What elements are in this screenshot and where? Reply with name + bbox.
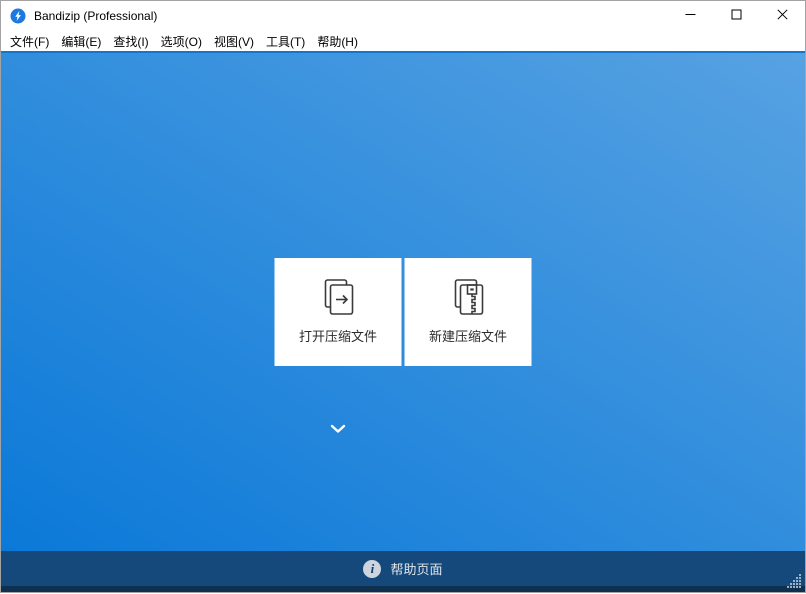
new-archive-button[interactable]: 新建压缩文件 [405,258,532,366]
new-archive-icon [446,272,490,322]
resize-grip[interactable] [787,574,802,589]
menu-bar: 文件(F) 编辑(E) 查找(I) 选项(O) 视图(V) 工具(T) 帮助(H… [1,31,805,51]
main-area: 打开压缩文件 新建压缩文件 [1,51,805,551]
menu-options[interactable]: 选项(O) [156,31,207,52]
menu-help[interactable]: 帮助(H) [312,31,363,52]
status-strip [1,586,805,592]
bandizip-window: Bandizip (Professional) [0,0,806,593]
info-icon: i [363,560,381,578]
open-archive-icon [316,272,360,322]
open-archive-button[interactable]: 打开压缩文件 [275,258,402,366]
menu-view[interactable]: 视图(V) [209,31,259,52]
open-archive-label: 打开压缩文件 [299,326,377,345]
chevron-down-icon[interactable] [330,424,346,434]
menu-edit[interactable]: 编辑(E) [56,31,106,52]
maximize-button[interactable] [713,1,759,31]
start-actions: 打开压缩文件 新建压缩文件 [275,258,532,366]
minimize-icon [685,7,696,25]
help-page-bar[interactable]: i 帮助页面 [1,551,805,586]
maximize-icon [731,7,742,25]
minimize-button[interactable] [667,1,713,31]
menu-file[interactable]: 文件(F) [5,31,54,52]
window-controls [667,1,805,31]
bandizip-logo-icon[interactable] [10,8,26,24]
close-button[interactable] [759,1,805,31]
menu-find[interactable]: 查找(I) [108,31,153,52]
title-bar: Bandizip (Professional) [1,1,805,31]
help-page-label: 帮助页面 [390,559,442,578]
window-title: Bandizip (Professional) [34,9,157,23]
close-icon [777,7,788,25]
new-archive-label: 新建压缩文件 [429,326,507,345]
menu-tools[interactable]: 工具(T) [261,31,310,52]
